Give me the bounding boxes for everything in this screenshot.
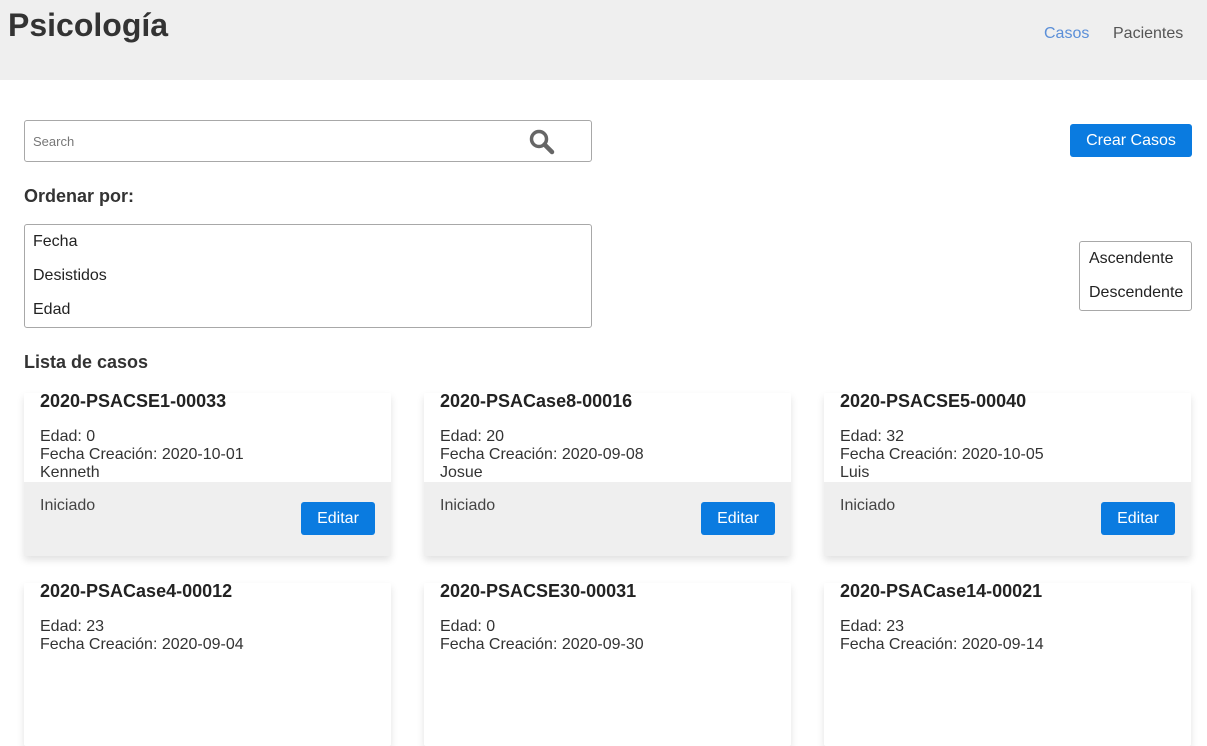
cases-list-title: Lista de casos (24, 352, 149, 372)
case-card: 2020-PSACase8-00016 Edad: 20 Fecha Creac… (424, 391, 791, 556)
sort-order-listbox[interactable]: Ascendente Descendente (1079, 241, 1192, 311)
search-box (24, 120, 592, 162)
search-icon[interactable] (528, 128, 556, 156)
case-created-date: Fecha Creación: 2020-09-14 (840, 636, 1044, 653)
case-patient-name: Kenneth (40, 464, 100, 481)
case-id: 2020-PSACSE5-00040 (840, 391, 1027, 411)
case-patient-name: Josue (440, 464, 483, 481)
case-age: Edad: 23 (40, 618, 105, 635)
case-created-date: Fecha Creación: 2020-09-30 (440, 636, 644, 653)
sort-option-desistidos[interactable]: Desistidos (33, 267, 107, 285)
case-created-date: Fecha Creación: 2020-09-04 (40, 636, 244, 653)
order-option-ascendente[interactable]: Ascendente (1089, 250, 1174, 268)
case-age: Edad: 0 (40, 428, 96, 445)
top-header: Psicología Casos Pacientes (0, 0, 1207, 80)
case-status: Iniciado (840, 497, 896, 514)
sort-label: Ordenar por: (24, 186, 135, 206)
app-title: Psicología (8, 7, 169, 43)
case-card-footer: Iniciado Editar (824, 482, 1191, 556)
case-id: 2020-PSACase4-00012 (40, 581, 233, 601)
case-patient-name: Luis (840, 464, 870, 481)
case-age: Edad: 32 (840, 428, 905, 445)
case-id: 2020-PSACase8-00016 (440, 391, 633, 411)
nav-link-casos[interactable]: Casos (1044, 25, 1089, 43)
case-card: 2020-PSACSE1-00033 Edad: 0 Fecha Creació… (24, 391, 391, 556)
case-card: 2020-PSACSE5-00040 Edad: 32 Fecha Creaci… (824, 391, 1191, 556)
order-option-descendente[interactable]: Descendente (1089, 284, 1183, 302)
case-created-date: Fecha Creación: 2020-10-01 (40, 446, 244, 463)
case-id: 2020-PSACSE30-00031 (440, 581, 637, 601)
create-cases-button[interactable]: Crear Casos (1070, 124, 1192, 157)
case-id: 2020-PSACSE1-00033 (40, 391, 227, 411)
case-status: Iniciado (40, 497, 96, 514)
edit-case-button[interactable]: Editar (701, 502, 775, 535)
nav-link-pacientes[interactable]: Pacientes (1113, 25, 1183, 43)
case-card-footer: Iniciado Editar (24, 482, 391, 556)
case-age: Edad: 0 (440, 618, 496, 635)
case-card: 2020-PSACase14-00021 Edad: 23 Fecha Crea… (824, 581, 1191, 746)
sort-option-fecha[interactable]: Fecha (33, 233, 77, 251)
sort-option-edad[interactable]: Edad (33, 301, 70, 319)
edit-case-button[interactable]: Editar (1101, 502, 1175, 535)
case-id: 2020-PSACase14-00021 (840, 581, 1043, 601)
case-card: 2020-PSACase4-00012 Edad: 23 Fecha Creac… (24, 581, 391, 746)
edit-case-button[interactable]: Editar (301, 502, 375, 535)
sort-by-listbox[interactable]: Fecha Desistidos Edad (24, 224, 592, 328)
case-status: Iniciado (440, 497, 496, 514)
case-card-footer: Iniciado Editar (424, 482, 791, 556)
case-age: Edad: 20 (440, 428, 505, 445)
search-input[interactable] (25, 121, 523, 161)
case-age: Edad: 23 (840, 618, 905, 635)
case-card: 2020-PSACSE30-00031 Edad: 0 Fecha Creaci… (424, 581, 791, 746)
case-created-date: Fecha Creación: 2020-10-05 (840, 446, 1044, 463)
case-created-date: Fecha Creación: 2020-09-08 (440, 446, 644, 463)
